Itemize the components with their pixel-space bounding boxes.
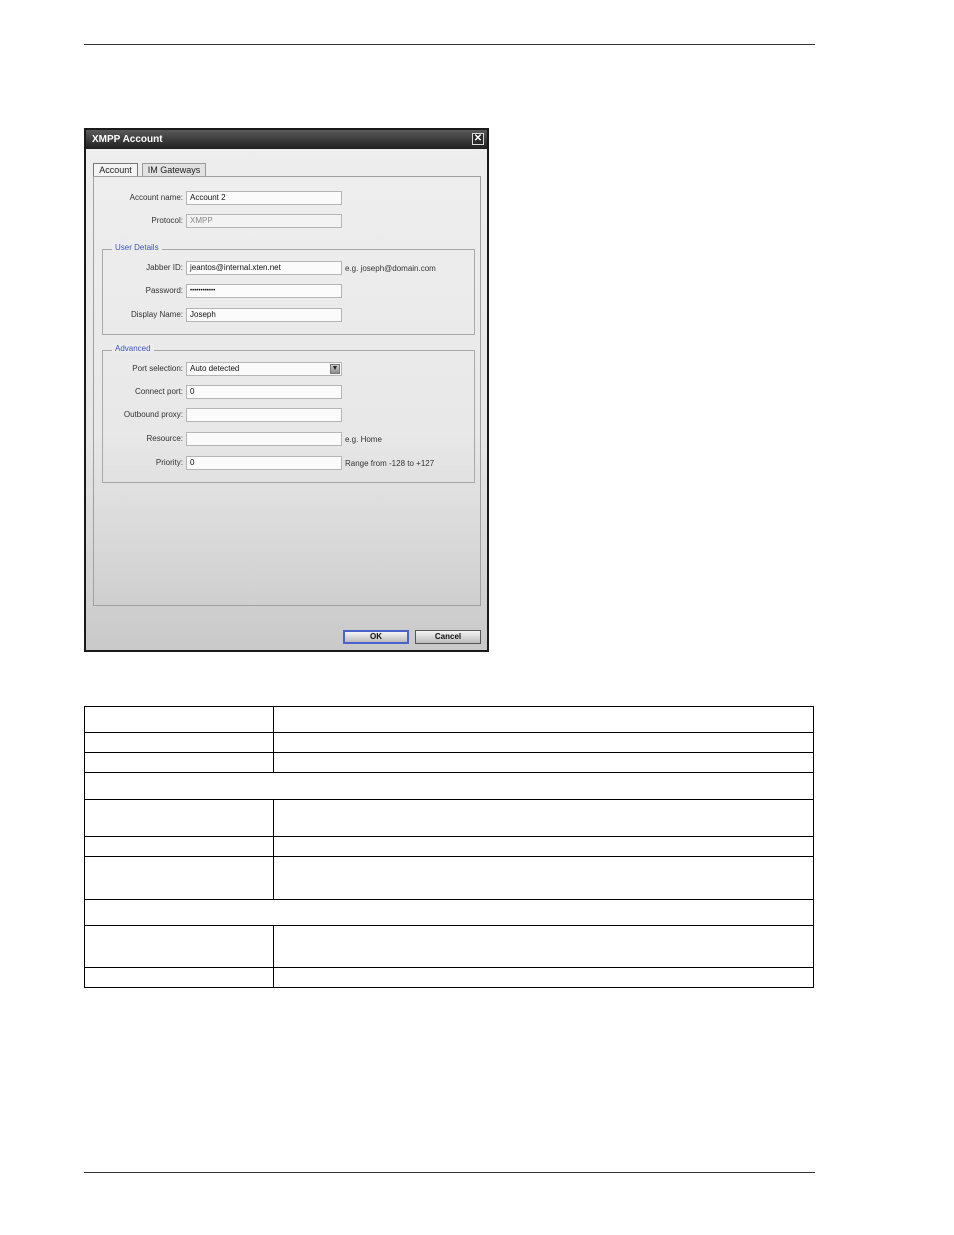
account-name-field[interactable]: Account 2	[186, 191, 342, 205]
outbound-proxy-label: Outbound proxy:	[123, 410, 183, 419]
table-cell	[273, 856, 814, 900]
table-row	[84, 732, 814, 753]
connect-port-label: Connect port:	[134, 387, 183, 396]
password-label: Password:	[145, 286, 183, 295]
table-cell	[84, 799, 274, 837]
table-cell	[84, 732, 274, 753]
outbound-proxy-field[interactable]	[186, 408, 342, 422]
xmpp-account-dialog: XMPP Account ✕ Account IM Gateways Accou…	[84, 128, 489, 652]
table-cell	[273, 925, 814, 968]
table-section-row	[84, 772, 814, 800]
table-section-row	[84, 899, 814, 926]
jabber-id-hint: e.g. joseph@domain.com	[345, 264, 436, 273]
display-name-label: Display Name:	[130, 310, 183, 319]
table-cell	[273, 752, 814, 773]
table-cell	[273, 706, 814, 733]
cancel-button[interactable]: Cancel	[415, 630, 481, 644]
protocol-field: XMPP	[186, 214, 342, 228]
port-selection-dropdown[interactable]: Auto detected ▼	[186, 362, 342, 376]
settings-table	[84, 706, 814, 988]
table-row	[84, 925, 814, 968]
table-row	[84, 856, 814, 900]
tab-im-gateways[interactable]: IM Gateways	[142, 163, 206, 177]
user-details-legend: User Details	[112, 243, 162, 252]
tab-account[interactable]: Account	[93, 163, 138, 177]
table-cell	[273, 967, 814, 988]
tab-account-label: Account	[99, 165, 132, 175]
close-icon[interactable]: ✕	[472, 133, 484, 145]
jabber-id-field[interactable]: jeantos@internal.xten.net	[186, 261, 342, 275]
priority-label: Priority:	[155, 458, 183, 467]
table-cell	[84, 836, 274, 857]
table-row	[84, 706, 814, 733]
priority-hint: Range from -128 to +127	[345, 459, 435, 468]
table-cell	[84, 772, 814, 800]
priority-field[interactable]: 0	[186, 456, 342, 470]
resource-field[interactable]	[186, 432, 342, 446]
port-selection-value: Auto detected	[190, 364, 240, 373]
dialog-titlebar: XMPP Account ✕	[86, 130, 487, 149]
table-cell	[273, 799, 814, 837]
account-name-label: Account name:	[129, 193, 183, 202]
resource-hint: e.g. Home	[345, 435, 382, 444]
table-cell	[84, 925, 274, 968]
table-row	[84, 799, 814, 837]
table-cell	[84, 967, 274, 988]
header-rule	[84, 44, 815, 45]
ok-button[interactable]: OK	[343, 630, 409, 644]
advanced-legend: Advanced	[112, 344, 154, 353]
table-cell	[84, 706, 274, 733]
table-cell	[84, 856, 274, 900]
table-cell	[273, 836, 814, 857]
tab-im-gateways-label: IM Gateways	[147, 165, 201, 175]
chevron-down-icon[interactable]: ▼	[330, 364, 340, 374]
footer-rule	[84, 1172, 815, 1173]
port-selection-label: Port selection:	[132, 364, 183, 373]
table-cell	[273, 732, 814, 753]
table-row	[84, 836, 814, 857]
display-name-field[interactable]: Joseph	[186, 308, 342, 322]
protocol-label: Protocol:	[151, 216, 183, 225]
table-row	[84, 752, 814, 773]
table-cell	[84, 752, 274, 773]
table-row	[84, 967, 814, 988]
account-tab-panel: Account name: Account 2 Protocol: XMPP U…	[93, 176, 481, 606]
password-field[interactable]: ••••••••••••	[186, 284, 342, 298]
jabber-id-label: Jabber ID:	[146, 263, 183, 272]
resource-label: Resource:	[146, 434, 183, 443]
connect-port-field[interactable]: 0	[186, 385, 342, 399]
table-cell	[84, 899, 814, 926]
dialog-title: XMPP Account	[92, 134, 163, 145]
